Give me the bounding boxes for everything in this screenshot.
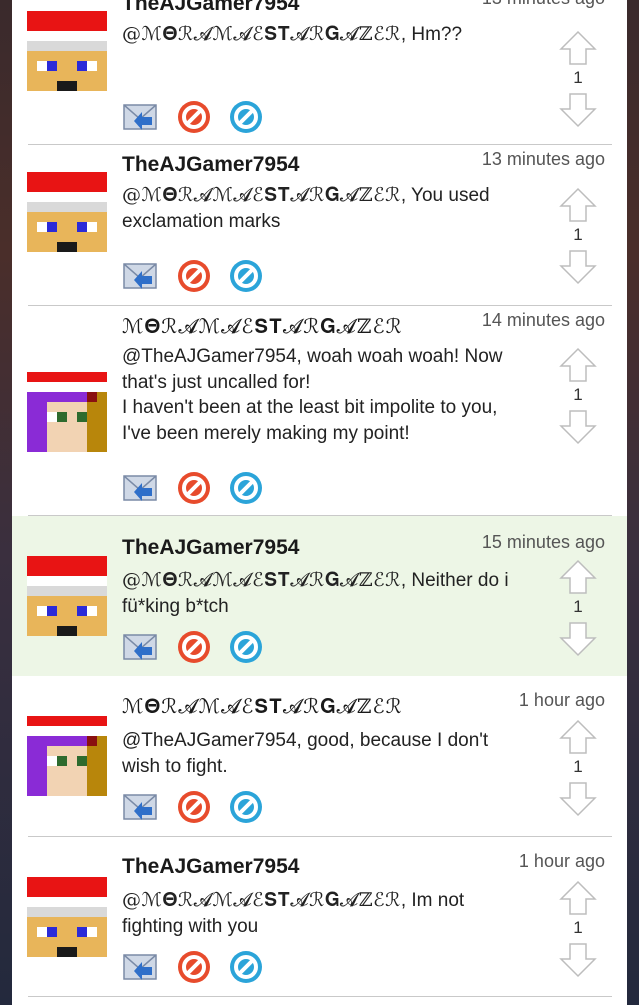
comment-author[interactable]: TheAJGamer7954 [122,0,299,16]
downvote-icon[interactable] [559,942,597,978]
block-icon[interactable] [228,470,264,506]
comment-time: 13 minutes ago [482,0,605,9]
downvote-icon[interactable] [559,249,597,285]
comment-item: ℳ𝚯ℛ𝓐ℳ𝓐ℰ𝐒𝐓𝓐ℛ𝐆𝓐ℤℰℛ 14 minutes ago @TheAJGa… [12,306,627,516]
comment-item: TheAJGamer7954 13 minutes ago @ℳ𝚯ℛ𝓐ℳ𝓐ℰ𝐒𝐓… [12,145,627,306]
block-icon[interactable] [228,949,264,985]
reply-icon[interactable] [122,949,158,985]
block-icon[interactable] [228,99,264,135]
comment-body: @TheAJGamer7954, woah woah woah! Now tha… [122,346,503,444]
vote-count: 1 [573,918,583,937]
block-icon[interactable] [228,789,264,825]
downvote-icon[interactable] [559,409,597,445]
vote-count: 1 [573,68,583,87]
reply-icon[interactable] [122,99,158,135]
avatar-girl-santa [27,372,107,452]
divider [28,996,612,997]
mention-link[interactable]: @ℳ𝚯ℛ𝓐ℳ𝓐ℰ𝐒𝐓𝓐ℛ𝐆𝓐ℤℰℛ [122,569,401,591]
reply-icon[interactable] [122,629,158,665]
comment-author[interactable]: TheAJGamer7954 [122,855,299,879]
comment-text: @ℳ𝚯ℛ𝓐ℳ𝓐ℰ𝐒𝐓𝓐ℛ𝐆𝓐ℤℰℛ, Hm?? [122,22,522,48]
downvote-icon[interactable] [559,621,597,657]
comment-author[interactable]: TheAJGamer7954 [122,153,299,177]
reply-icon[interactable] [122,789,158,825]
comment-author[interactable]: ℳ𝚯ℛ𝓐ℳ𝓐ℰ𝐒𝐓𝓐ℛ𝐆𝓐ℤℰℛ [122,694,403,718]
upvote-icon[interactable] [559,347,597,383]
avatar-steve-santa [27,172,107,252]
avatar-steve-santa [27,11,107,91]
comment-time: 13 minutes ago [481,149,605,169]
report-icon[interactable] [176,949,212,985]
vote-count: 1 [573,597,583,616]
comment-time: 15 minutes ago [481,532,605,552]
upvote-icon[interactable] [559,187,597,223]
upvote-icon[interactable] [559,30,597,66]
comment-author[interactable]: TheAJGamer7954 [122,536,299,560]
report-icon[interactable] [176,99,212,135]
reply-icon[interactable] [122,470,158,506]
comment-text: @TheAJGamer7954, good, because I don't w… [122,728,522,779]
comment-item-highlighted: TheAJGamer7954 15 minutes ago @ℳ𝚯ℛ𝓐ℳ𝓐ℰ𝐒𝐓… [12,516,627,676]
vote-count: 1 [573,385,583,404]
upvote-icon[interactable] [559,559,597,595]
comment-body: @TheAJGamer7954, good, because I don't w… [122,730,489,777]
comment-text: @ℳ𝚯ℛ𝓐ℳ𝓐ℰ𝐒𝐓𝓐ℛ𝐆𝓐ℤℰℛ, Neither do i fü*king … [122,568,522,619]
comment-feed: TheAJGamer7954 13 minutes ago @ℳ𝚯ℛ𝓐ℳ𝓐ℰ𝐒𝐓… [12,0,627,1005]
block-icon[interactable] [228,629,264,665]
reply-icon[interactable] [122,258,158,294]
comment-text: @ℳ𝚯ℛ𝓐ℳ𝓐ℰ𝐒𝐓𝓐ℛ𝐆𝓐ℤℰℛ, You used exclamation … [122,183,522,234]
comment-author[interactable]: ℳ𝚯ℛ𝓐ℳ𝓐ℰ𝐒𝐓𝓐ℛ𝐆𝓐ℤℰℛ [122,314,403,338]
comment-item: TheAJGamer7954 1 hour ago @ℳ𝚯ℛ𝓐ℳ𝓐ℰ𝐒𝐓𝓐ℛ𝐆𝓐… [12,837,627,997]
avatar-girl-santa [27,716,107,796]
block-icon[interactable] [228,258,264,294]
avatar-steve-santa [27,877,107,957]
upvote-icon[interactable] [559,719,597,755]
comment-text: @ℳ𝚯ℛ𝓐ℳ𝓐ℰ𝐒𝐓𝓐ℛ𝐆𝓐ℤℰℛ, Im not fighting with … [122,888,522,939]
report-icon[interactable] [176,470,212,506]
downvote-icon[interactable] [559,92,597,128]
comment-item: ℳ𝚯ℛ𝓐ℳ𝓐ℰ𝐒𝐓𝓐ℛ𝐆𝓐ℤℰℛ 1 hour ago @TheAJGamer7… [12,676,627,837]
mention-link[interactable]: @ℳ𝚯ℛ𝓐ℳ𝓐ℰ𝐒𝐓𝓐ℛ𝐆𝓐ℤℰℛ [122,889,401,911]
report-icon[interactable] [176,789,212,825]
mention-link[interactable]: @ℳ𝚯ℛ𝓐ℳ𝓐ℰ𝐒𝐓𝓐ℛ𝐆𝓐ℤℰℛ [122,23,401,45]
comment-time: 1 hour ago [518,851,605,871]
report-icon[interactable] [176,258,212,294]
downvote-icon[interactable] [559,781,597,817]
upvote-icon[interactable] [559,880,597,916]
comment-time: 1 hour ago [518,690,605,710]
comment-text: @TheAJGamer7954, woah woah woah! Now tha… [122,344,522,446]
comment-body: , Hm?? [400,24,463,45]
comment-time: 14 minutes ago [481,310,605,330]
report-icon[interactable] [176,629,212,665]
mention-link[interactable]: @ℳ𝚯ℛ𝓐ℳ𝓐ℰ𝐒𝐓𝓐ℛ𝐆𝓐ℤℰℛ [122,184,401,206]
vote-count: 1 [573,757,583,776]
avatar-steve-santa [27,556,107,636]
vote-count: 1 [573,225,583,244]
comment-item: TheAJGamer7954 13 minutes ago @ℳ𝚯ℛ𝓐ℳ𝓐ℰ𝐒𝐓… [12,0,627,145]
